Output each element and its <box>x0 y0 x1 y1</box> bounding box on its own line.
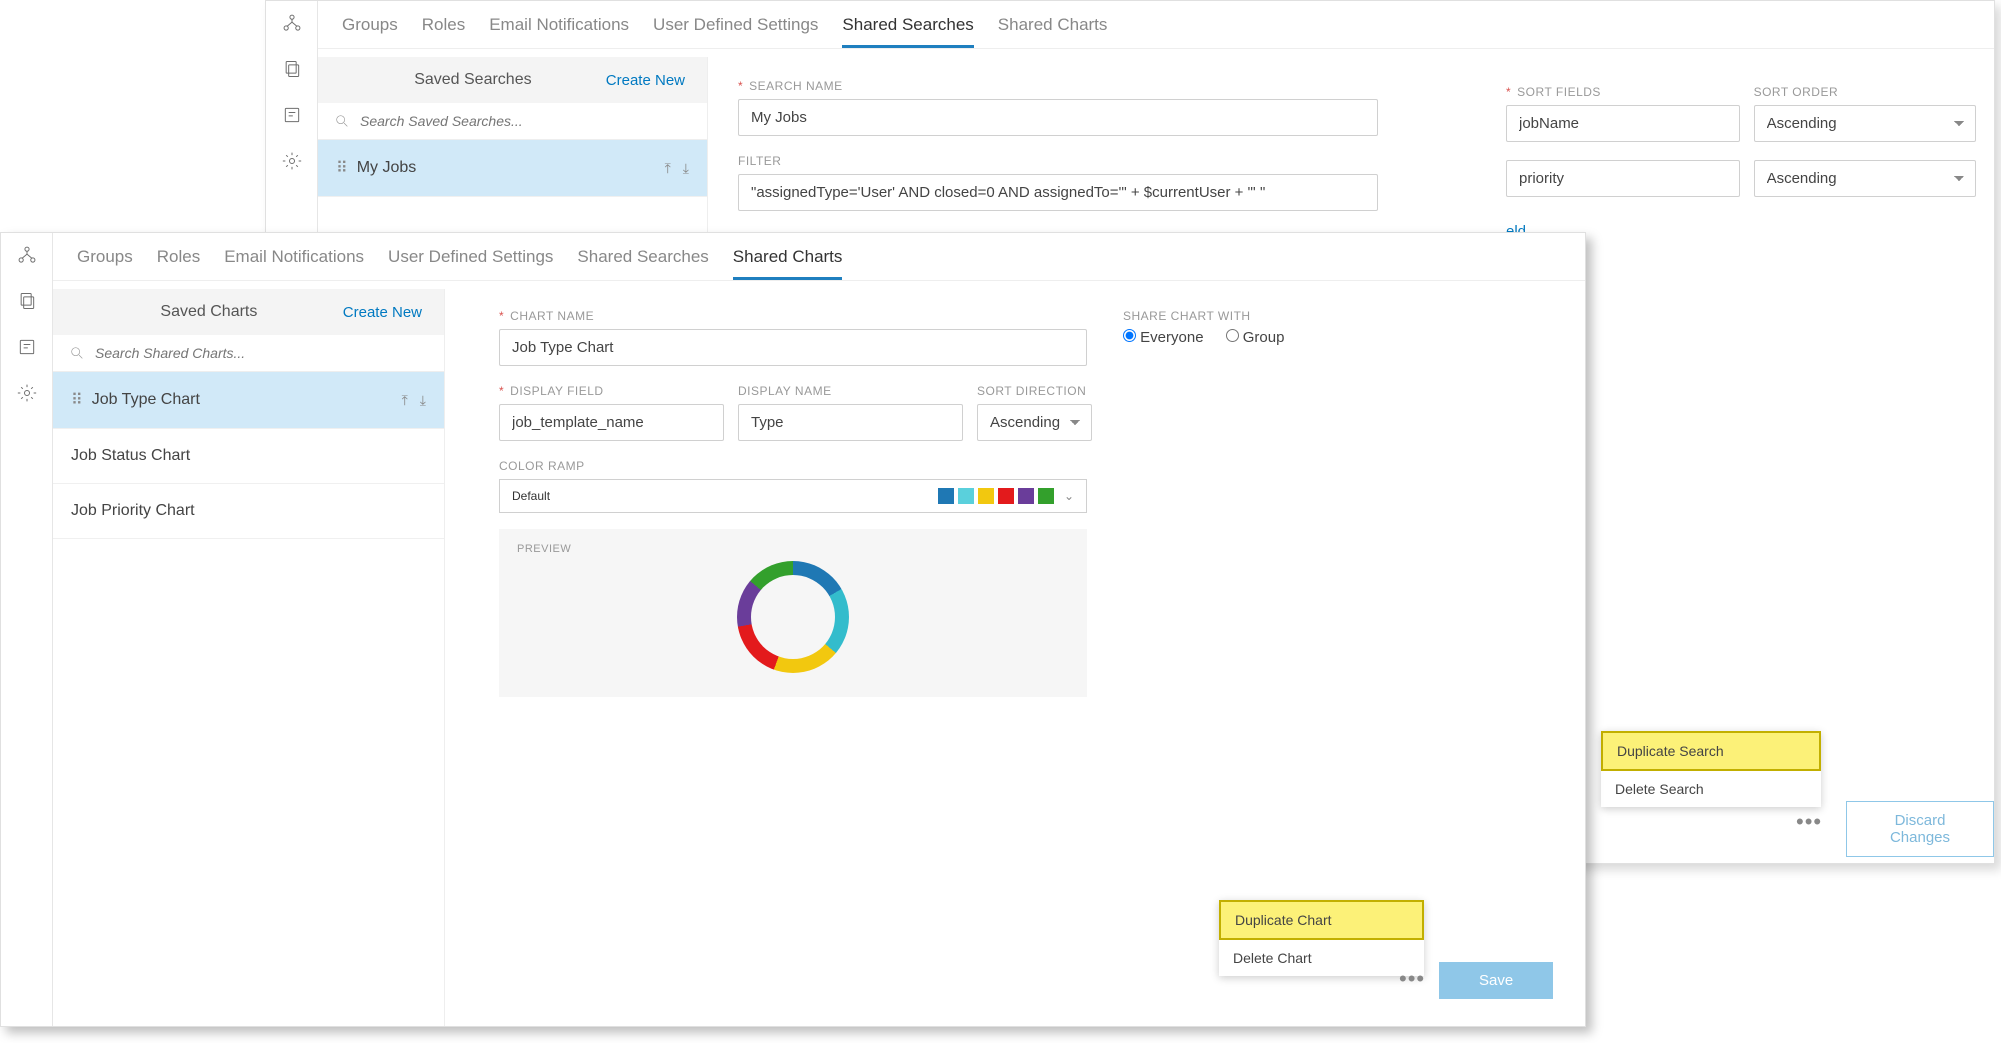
list-item[interactable]: Job Priority Chart <box>53 484 444 539</box>
sort-fields-label: SORT FIELDS <box>1506 85 1740 99</box>
donut-chart <box>737 561 849 673</box>
tab-shared-searches[interactable]: Shared Searches <box>577 247 708 280</box>
panel-header: Saved Searches Create New <box>318 57 707 103</box>
tab-roles[interactable]: Roles <box>157 247 200 280</box>
tab-roles[interactable]: Roles <box>422 15 465 48</box>
duplicate-chart-item[interactable]: Duplicate Chart <box>1219 900 1424 940</box>
swatch <box>1018 488 1034 504</box>
sort-order-select-0[interactable]: Ascending <box>1754 105 1976 142</box>
list-item-label: My Jobs <box>357 159 417 177</box>
left-rail <box>1 233 53 1026</box>
search-icon <box>69 345 85 361</box>
swatch <box>978 488 994 504</box>
color-ramp-select[interactable]: Default ⌄ <box>499 479 1087 513</box>
swatch <box>938 488 954 504</box>
top-tabs: Groups Roles Email Notifications User De… <box>318 1 1994 49</box>
note-icon[interactable] <box>280 103 304 127</box>
copy-icon[interactable] <box>280 57 304 81</box>
sort-field-input-1[interactable] <box>1506 160 1740 197</box>
tab-shared-charts[interactable]: Shared Charts <box>998 15 1108 48</box>
create-new-link[interactable]: Create New <box>343 304 422 321</box>
chart-preview: PREVIEW <box>499 529 1087 697</box>
save-button[interactable]: Save <box>1439 962 1553 999</box>
swatch <box>958 488 974 504</box>
sort-dir-label: SORT DIRECTION <box>977 384 1092 398</box>
list-item[interactable]: ⠿ Job Type Chart ⤒ ⤓ <box>53 372 444 429</box>
more-actions-icon[interactable]: ••• <box>1399 966 1425 992</box>
list-item-label: Job Status Chart <box>71 447 190 465</box>
display-field-label: DISPLAY FIELD <box>499 384 724 398</box>
panel-title: Saved Charts <box>75 303 343 321</box>
shared-charts-window: Groups Roles Email Notifications User De… <box>0 232 1586 1027</box>
drag-handle-icon[interactable]: ⠿ <box>336 158 347 178</box>
org-icon[interactable] <box>15 243 39 267</box>
search-name-label: SEARCH NAME <box>738 79 1378 93</box>
move-down-icon[interactable]: ⤓ <box>420 392 426 409</box>
copy-icon[interactable] <box>15 289 39 313</box>
share-everyone-radio[interactable]: Everyone <box>1123 329 1204 346</box>
saved-charts-panel: Saved Charts Create New ⠿ Job Type Chart… <box>53 289 445 1026</box>
color-swatches <box>938 488 1054 504</box>
filter-input[interactable] <box>738 174 1378 211</box>
color-ramp-label: COLOR RAMP <box>499 459 1087 473</box>
list-item-label: Job Type Chart <box>92 391 200 409</box>
search-name-input[interactable] <box>738 99 1378 136</box>
swatch <box>998 488 1014 504</box>
display-name-input[interactable] <box>738 404 963 441</box>
tab-user-defined[interactable]: User Defined Settings <box>653 15 818 48</box>
search-box[interactable] <box>318 103 707 140</box>
create-new-link[interactable]: Create New <box>606 72 685 89</box>
display-name-label: DISPLAY NAME <box>738 384 963 398</box>
chart-actions-popup: Duplicate Chart Delete Chart <box>1219 900 1424 976</box>
tab-groups[interactable]: Groups <box>342 15 398 48</box>
share-group-radio[interactable]: Group <box>1226 329 1285 346</box>
search-input[interactable] <box>360 113 691 129</box>
chevron-down-icon: ⌄ <box>1064 489 1074 503</box>
duplicate-search-item[interactable]: Duplicate Search <box>1601 731 1821 771</box>
gear-icon[interactable] <box>15 381 39 405</box>
color-ramp-value: Default <box>512 489 550 503</box>
list-item[interactable]: Job Status Chart <box>53 429 444 484</box>
sort-order-label: SORT ORDER <box>1754 85 1976 99</box>
chart-name-input[interactable] <box>499 329 1087 366</box>
drag-handle-icon[interactable]: ⠿ <box>71 390 82 410</box>
swatch <box>1038 488 1054 504</box>
sort-columns: SORT FIELDS SORT ORDER Ascending Ascendi… <box>1506 85 1976 240</box>
chart-name-label: CHART NAME <box>499 309 1087 323</box>
move-up-icon[interactable]: ⤒ <box>665 160 671 177</box>
sort-order-select-1[interactable]: Ascending <box>1754 160 1976 197</box>
sort-dir-select[interactable]: Ascending <box>977 404 1092 441</box>
discard-changes-button[interactable]: Discard Changes <box>1846 801 1994 857</box>
tab-user-defined[interactable]: User Defined Settings <box>388 247 553 280</box>
panel-header: Saved Charts Create New <box>53 289 444 335</box>
gear-icon[interactable] <box>280 149 304 173</box>
search-icon <box>334 113 350 129</box>
top-tabs: Groups Roles Email Notifications User De… <box>53 233 1585 281</box>
org-icon[interactable] <box>280 11 304 35</box>
tab-email[interactable]: Email Notifications <box>224 247 364 280</box>
tab-shared-charts[interactable]: Shared Charts <box>733 247 843 280</box>
filter-label: FILTER <box>738 154 1378 168</box>
search-input[interactable] <box>95 345 428 361</box>
delete-chart-item[interactable]: Delete Chart <box>1219 940 1424 976</box>
preview-label: PREVIEW <box>517 543 1069 555</box>
more-actions-icon[interactable]: ••• <box>1796 809 1822 835</box>
search-box[interactable] <box>53 335 444 372</box>
move-up-icon[interactable]: ⤒ <box>402 392 408 409</box>
search-actions-popup: Duplicate Search Delete Search <box>1601 731 1821 807</box>
move-down-icon[interactable]: ⤓ <box>683 160 689 177</box>
share-chart-label: SHARE CHART WITH <box>1123 309 1557 323</box>
note-icon[interactable] <box>15 335 39 359</box>
list-item[interactable]: ⠿ My Jobs ⤒ ⤓ <box>318 140 707 197</box>
tab-shared-searches[interactable]: Shared Searches <box>842 15 973 48</box>
delete-search-item[interactable]: Delete Search <box>1601 771 1821 807</box>
panel-title: Saved Searches <box>340 71 606 89</box>
display-field-input[interactable] <box>499 404 724 441</box>
tab-email[interactable]: Email Notifications <box>489 15 629 48</box>
sort-field-input-0[interactable] <box>1506 105 1740 142</box>
list-item-label: Job Priority Chart <box>71 502 195 520</box>
tab-groups[interactable]: Groups <box>77 247 133 280</box>
